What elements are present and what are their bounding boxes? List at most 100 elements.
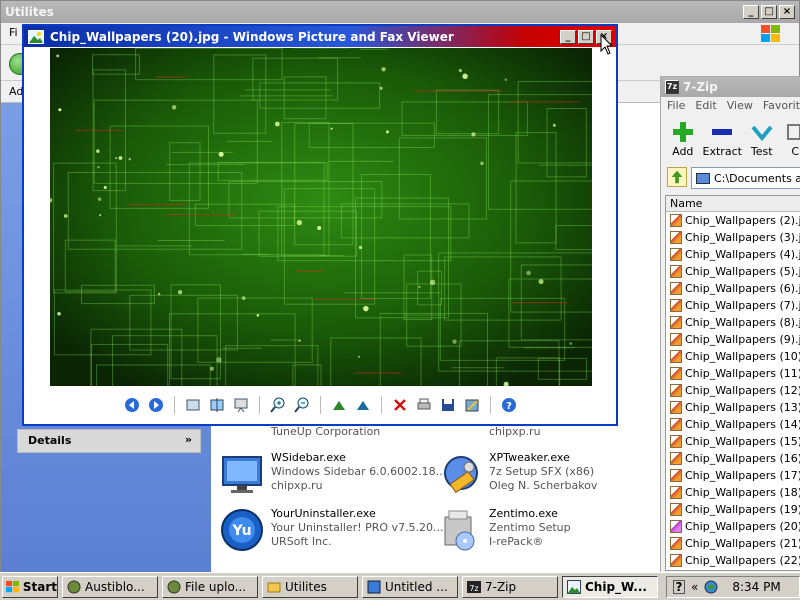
image-file-icon — [670, 418, 682, 431]
taskbar-button-untitled[interactable]: Untitled ... — [362, 575, 458, 598]
list-item[interactable]: Chip_Wallpapers (21).jpg — [666, 535, 800, 552]
file-name: Chip_Wallpapers (20).jpg — [685, 520, 800, 533]
network-globe-icon[interactable] — [704, 580, 718, 594]
file-name: Chip_Wallpapers (19).jpg — [685, 503, 800, 516]
list-item[interactable]: Chip_Wallpapers (11).jpg — [666, 365, 800, 382]
list-item[interactable]: XPTweaker.exe 7z Setup SFX (x86) Oleg N.… — [437, 451, 597, 497]
slideshow-button[interactable] — [231, 395, 251, 415]
help-tray-icon[interactable]: ? — [673, 579, 685, 594]
best-fit-button[interactable] — [183, 395, 203, 415]
minimize-button[interactable]: _ — [560, 29, 576, 44]
test-label: Test — [750, 145, 773, 158]
viewer-titlebar[interactable]: Chip_Wallpapers (20).jpg - Windows Pictu… — [24, 26, 616, 47]
help-button[interactable]: ? — [499, 395, 519, 415]
test-button[interactable]: Test — [748, 117, 776, 161]
zoom-out-button[interactable] — [292, 395, 312, 415]
print-button[interactable] — [414, 395, 434, 415]
path-input[interactable]: C:\Documents and — [691, 167, 800, 189]
previous-image-button[interactable] — [122, 395, 142, 415]
minimize-button[interactable]: _ — [743, 5, 759, 19]
details-label: Details — [28, 434, 72, 447]
extract-button[interactable]: Extract — [703, 117, 742, 161]
app-description: 7z Setup SFX (x86) — [489, 465, 595, 478]
menu-edit[interactable]: Edit — [695, 99, 716, 113]
list-item[interactable]: Chip_Wallpapers (8).jpg — [666, 314, 800, 331]
list-item[interactable]: Chip_Wallpapers (19).jpg — [666, 501, 800, 518]
list-item[interactable]: Chip_Wallpapers (20).jpg — [666, 518, 800, 535]
toolbar-separator — [319, 396, 321, 414]
actual-size-button[interactable] — [207, 395, 227, 415]
utilites-titlebar[interactable]: Utilites _ □ × — [1, 1, 799, 23]
taskbar-button-utilites[interactable]: Utilites — [262, 575, 358, 598]
next-image-button[interactable] — [146, 395, 166, 415]
list-item[interactable]: Chip_Wallpapers (13).jpg — [666, 399, 800, 416]
app-vendor: URSoft Inc. — [271, 535, 332, 548]
list-item[interactable]: Chip_Wallpapers (2).jpg — [666, 212, 800, 229]
menu-file[interactable]: Fi — [9, 26, 18, 39]
start-button[interactable]: Start — [2, 575, 58, 598]
add-button[interactable]: Add — [669, 117, 697, 161]
image-file-icon — [670, 384, 682, 397]
list-item[interactable]: Chip_Wallpapers (7).jpg — [666, 297, 800, 314]
list-item[interactable]: Chip_Wallpapers (18).jpg — [666, 484, 800, 501]
image-display — [50, 48, 592, 386]
list-item[interactable]: Chip_Wallpapers (9).jpg — [666, 331, 800, 348]
zoom-in-button[interactable] — [268, 395, 288, 415]
file-name: Chip_Wallpapers (15).jpg — [685, 435, 800, 448]
rotate-counterclockwise-button[interactable] — [353, 395, 373, 415]
menu-view[interactable]: View — [727, 99, 753, 113]
list-item[interactable]: WSidebar.exe Windows Sidebar 6.0.6002.18… — [219, 451, 446, 497]
menu-favorites[interactable]: Favorite — [763, 99, 800, 113]
copy-label: C — [791, 145, 800, 158]
list-item[interactable]: Yu YourUninstaller.exe Your Uninstaller!… — [219, 507, 444, 553]
list-item[interactable]: Chip_Wallpapers (3).jpg — [666, 229, 800, 246]
list-item[interactable]: Chip_Wallpapers (14).jpg — [666, 416, 800, 433]
sevenzip-titlebar[interactable]: 7z 7-Zip — [661, 77, 800, 97]
menu-file[interactable]: File — [667, 99, 685, 113]
details-panel-header[interactable]: Details » — [17, 429, 201, 453]
image-file-icon — [670, 350, 682, 363]
image-file-icon — [670, 248, 682, 261]
list-item[interactable]: Chip_Wallpapers (15).jpg — [666, 433, 800, 450]
slideshow-icon — [234, 398, 247, 413]
maximize-button[interactable]: □ — [578, 29, 594, 44]
taskbar-button-7zip[interactable]: 7z 7-Zip — [462, 575, 558, 598]
sevenzip-menubar: File Edit View Favorite — [661, 97, 800, 115]
browser-icon — [67, 580, 81, 593]
list-item[interactable]: Chip_Wallpapers (10).jpg — [666, 348, 800, 365]
edit-image-button[interactable] — [462, 395, 482, 415]
rotate-clockwise-button[interactable] — [329, 395, 349, 415]
svg-text:Yu: Yu — [231, 523, 251, 539]
file-name: Chip_Wallpapers (13).jpg — [685, 401, 800, 414]
list-item[interactable]: Chip_Wallpapers (12).jpg — [666, 382, 800, 399]
picture-icon — [28, 29, 44, 44]
copy-button[interactable]: C — [781, 117, 800, 161]
toolbar-separator — [489, 396, 491, 414]
close-button[interactable]: × — [779, 5, 795, 19]
column-header-name[interactable]: Name — [666, 196, 800, 212]
maximize-button[interactable]: □ — [761, 5, 777, 19]
clock[interactable]: 8:34 PM — [732, 580, 780, 594]
taskbar-button-file-upload[interactable]: File uplo... — [162, 575, 258, 598]
list-item[interactable]: Chip_Wallpapers (4).jpg — [666, 246, 800, 263]
folder-up-icon[interactable] — [667, 167, 687, 187]
taskbar-button-austiblo[interactable]: Austiblo... — [62, 575, 158, 598]
tray-expand-icon[interactable]: « — [691, 580, 698, 594]
rotate-counterclockwise-icon — [356, 401, 369, 410]
list-item[interactable]: Chip_Wallpapers (17).jpg — [666, 467, 800, 484]
list-item[interactable]: Chip_Wallpapers (5).jpg — [666, 263, 800, 280]
delete-button[interactable] — [390, 395, 410, 415]
help-icon: ? — [501, 398, 516, 412]
save-copy-button[interactable] — [438, 395, 458, 415]
taskbar-button-picture-viewer[interactable]: Chip_W... — [562, 575, 658, 598]
add-label: Add — [672, 145, 694, 158]
list-item[interactable]: Zentimo.exe Zentimo Setup I-rePack® — [437, 507, 571, 553]
list-item[interactable]: Chip_Wallpapers (16).jpg — [666, 450, 800, 467]
list-item[interactable]: Chip_Wallpapers (22).jpg — [666, 552, 800, 569]
sevenzip-pathbar: C:\Documents and — [667, 167, 800, 189]
sevenzip-logo-icon: 7z — [665, 80, 679, 94]
file-name: Chip_Wallpapers (11).jpg — [685, 367, 800, 380]
list-item[interactable]: Chip_Wallpapers (6).jpg — [666, 280, 800, 297]
file-name: Chip_Wallpapers (18).jpg — [685, 486, 800, 499]
app-name: YourUninstaller.exe — [271, 507, 376, 520]
